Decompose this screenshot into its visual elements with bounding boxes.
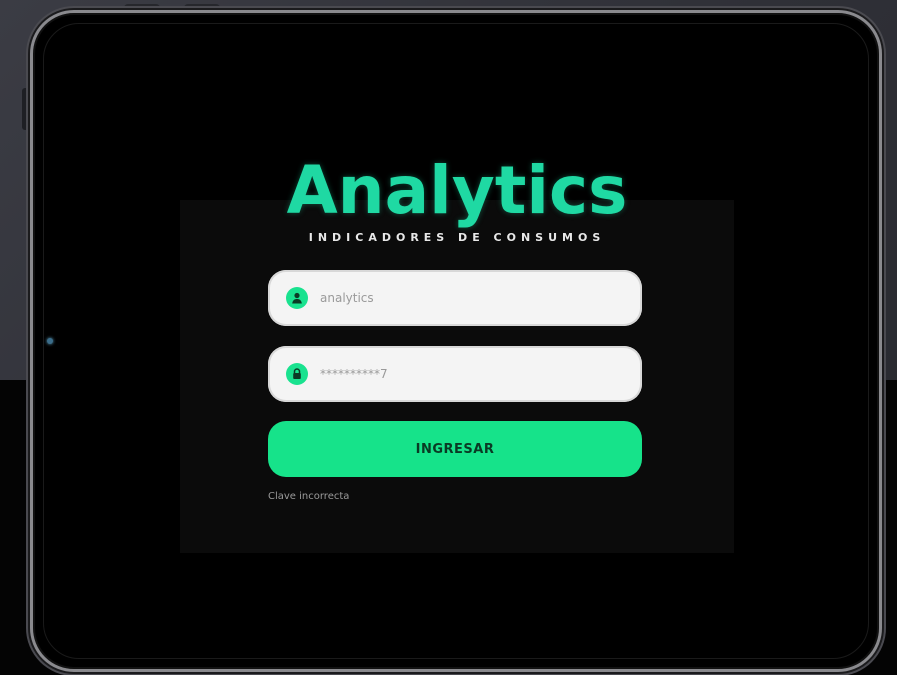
username-field[interactable]: analytics bbox=[268, 270, 642, 326]
tablet-camera bbox=[47, 338, 53, 344]
forgot-password-link[interactable]: Clave incorrecta bbox=[268, 491, 349, 502]
brand-title: Analytics bbox=[286, 152, 628, 229]
password-value: **********7 bbox=[320, 367, 388, 381]
tablet-side-button bbox=[22, 88, 30, 130]
brand-subtitle: INDICADORES DE CONSUMOS bbox=[308, 231, 606, 244]
username-value: analytics bbox=[320, 291, 374, 305]
login-button[interactable]: INGRESAR bbox=[268, 421, 642, 477]
password-field[interactable]: **********7 bbox=[268, 346, 642, 402]
user-icon bbox=[286, 287, 308, 309]
lock-icon bbox=[286, 363, 308, 385]
